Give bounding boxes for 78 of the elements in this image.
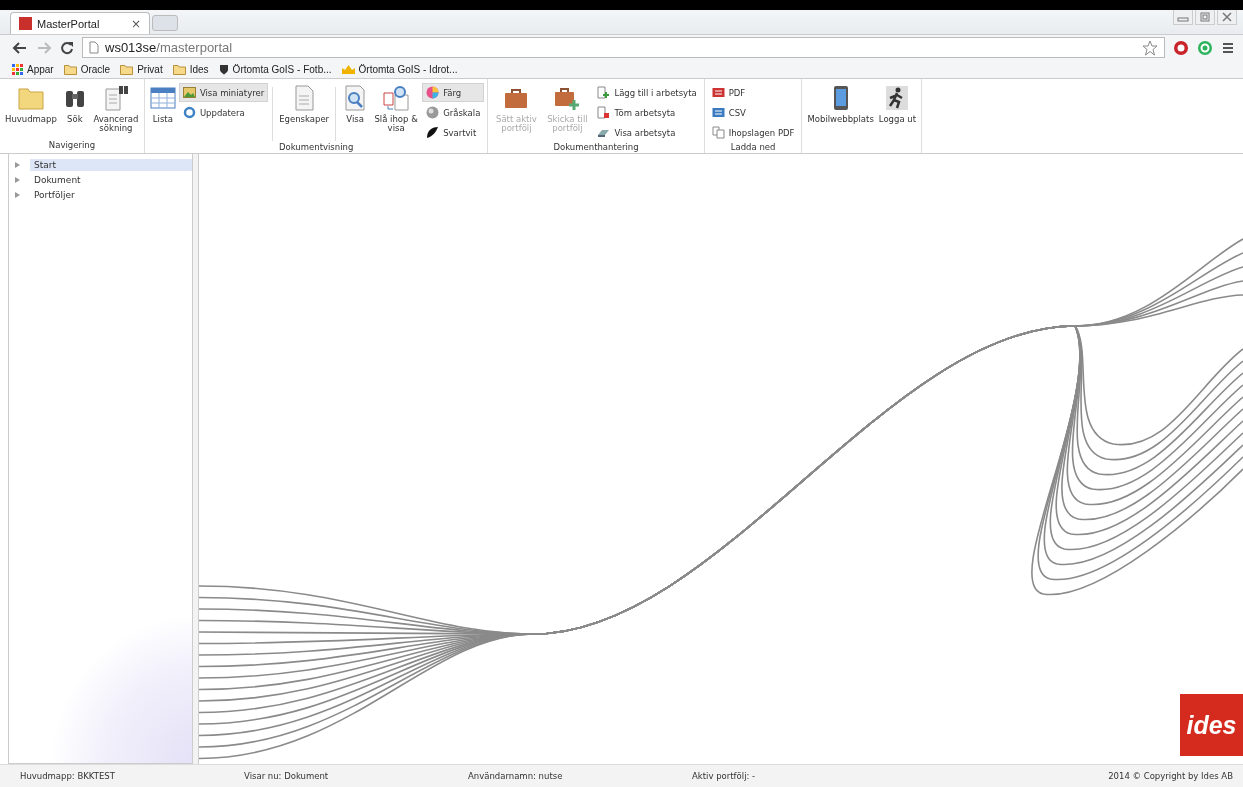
ribbon-menu-item[interactable]: PDF (707, 83, 799, 102)
ribbon-menu-item[interactable]: Uppdatera (178, 103, 269, 122)
tree-item[interactable]: Portföljer (9, 187, 192, 202)
bookmark[interactable]: Örtomta GoIS - Fotb... (218, 63, 332, 75)
ribbon-button[interactable]: Sök (59, 83, 90, 126)
color-wheel-icon (426, 86, 440, 99)
ribbon-button[interactable]: Visa (340, 83, 371, 126)
bookmark[interactable]: Privat (120, 63, 163, 75)
documents-magnifier-icon (383, 85, 410, 111)
pdf-icon (711, 86, 725, 99)
running-man-icon (884, 85, 911, 111)
company-logo: ides (1180, 694, 1243, 756)
minimize-icon[interactable] (1173, 10, 1193, 25)
ribbon-button[interactable]: Slå ihop & visa (371, 83, 422, 135)
ribbon-menu-item[interactable]: Gråskala (422, 103, 485, 122)
ribbon-group-label: Navigering (47, 140, 97, 152)
csv-icon (711, 106, 725, 119)
close-icon[interactable] (1217, 10, 1237, 25)
app-logo-icon (19, 17, 32, 30)
status-text: Användarnamn: nutse (468, 771, 564, 781)
ribbon-menu-item[interactable]: Visa arbetsyta (593, 123, 701, 142)
sphere-icon (426, 106, 440, 119)
folder-icon (172, 63, 186, 75)
forward-icon[interactable] (36, 40, 52, 55)
ribbon-menu-item[interactable]: Svartvit (422, 123, 485, 142)
ribbon-button[interactable]: Logga ut (876, 83, 919, 126)
bookmark[interactable]: Oracle (63, 63, 111, 75)
folder-icon (120, 63, 134, 75)
crown-icon (341, 64, 355, 74)
tab-title: MasterPortal (37, 17, 101, 30)
page-add-icon (597, 86, 611, 99)
ribbon-menu-item[interactable]: Färg (422, 83, 485, 102)
restore-icon[interactable] (1195, 10, 1215, 25)
expand-arrow-icon (15, 191, 20, 198)
bookmark[interactable]: Örtomta GoIS - Idrot... (341, 63, 458, 75)
ribbon-menu-item[interactable]: Visa miniatyrer (178, 83, 269, 102)
tab-close-button[interactable]: × (130, 16, 141, 31)
document-binoculars-icon (102, 85, 129, 111)
status-text: 2014 © Copyright by Ides AB (1108, 771, 1233, 781)
ribbon-button[interactable]: Egenskaper (277, 83, 332, 126)
page-remove-icon (597, 106, 611, 119)
ribbon-menu-item[interactable]: Ihopslagen PDF (707, 123, 799, 142)
table-icon (149, 85, 176, 111)
shield-icon (218, 63, 229, 75)
ribbon-group-label: Dokumentvisning (277, 142, 355, 153)
folder-icon (63, 63, 77, 75)
ribbon-button[interactable]: Mobilwebbplats (805, 83, 876, 126)
ribbon-menu-item[interactable]: Töm arbetsyta (593, 103, 701, 122)
refresh-icon (182, 106, 196, 119)
stop-sign-icon[interactable] (1173, 39, 1189, 56)
ribbon-button[interactable]: Lista (147, 83, 178, 126)
expand-arrow-icon (15, 176, 20, 183)
page-icon (89, 41, 99, 54)
expand-arrow-icon (15, 161, 20, 168)
ribbon-button[interactable]: Avancerad sökning (90, 83, 141, 135)
status-text: Visar nu: Dokument (244, 771, 330, 781)
status-text: Huvudmapp: BKKTEST (20, 771, 116, 781)
picture-icon (182, 86, 196, 99)
ribbon-menu-item[interactable]: Lägg till i arbetsyta (593, 83, 701, 102)
browser-tab[interactable]: MasterPortal × (10, 12, 150, 34)
bookmark[interactable]: Appar (12, 63, 54, 75)
ribbon-menu-item[interactable]: CSV (707, 103, 799, 122)
menu-icon[interactable] (1221, 40, 1235, 55)
briefcase-plus-icon (554, 85, 581, 111)
bookmark[interactable]: Ides (172, 63, 209, 75)
ribbon-button[interactable]: Huvudmapp (3, 83, 59, 126)
status-text: Aktiv portfölj: - (692, 771, 757, 781)
apps-grid-icon (12, 63, 23, 75)
star-icon[interactable] (1142, 39, 1158, 56)
address-field[interactable]: ws013se/masterportal (82, 37, 1165, 58)
folder-icon (17, 85, 44, 111)
splitter-handle[interactable] (193, 154, 199, 764)
tree-item[interactable]: Dokument (9, 172, 192, 187)
ribbon-group-label: Dokumenthantering (552, 142, 640, 153)
ribbon-group-label: Ladda ned (729, 142, 777, 153)
pages-icon (711, 126, 725, 139)
back-icon[interactable] (12, 40, 28, 55)
reload-icon[interactable] (60, 40, 74, 55)
